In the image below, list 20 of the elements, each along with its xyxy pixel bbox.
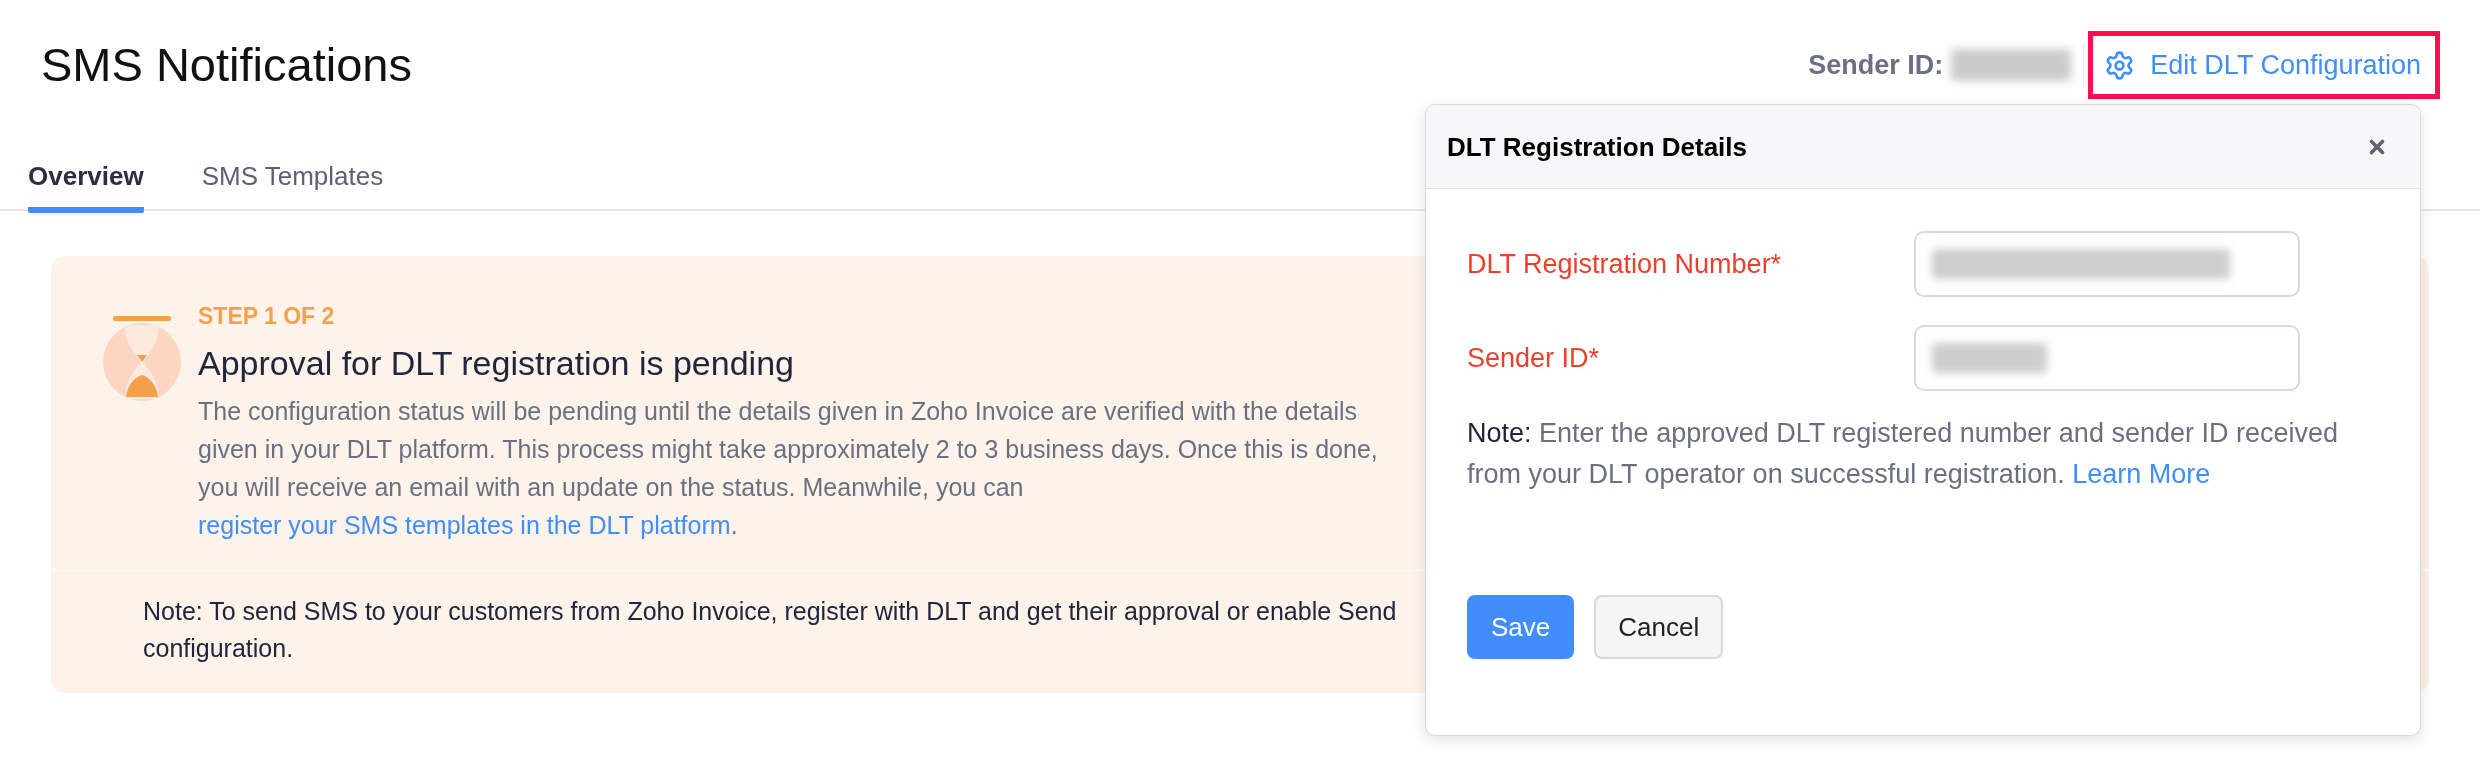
step-label: STEP 1 OF 2	[198, 302, 336, 331]
field-label: Sender ID*	[1467, 342, 1601, 375]
register-templates-link[interactable]: register your SMS templates in the DLT platform	[198, 511, 731, 539]
learn-more-link[interactable]: Learn More	[2072, 459, 2211, 489]
input-field[interactable]	[1914, 231, 2300, 297]
cancel-button[interactable]: Cancel	[1594, 595, 1724, 659]
tab[interactable]: Overview	[28, 130, 144, 213]
page-title: SMS Notifications	[41, 37, 412, 93]
card-note: Note: To send SMS to your customers from Zoho Invoice, register with DLT and get their approval or enable Send configuration.	[143, 596, 1398, 664]
popover-title: DLT Registration Details	[1447, 131, 1747, 162]
field-label: DLT Registration Number*	[1467, 248, 1783, 281]
hourglass-icon	[103, 315, 181, 401]
status-description: The configuration status will be pending until the details given in Zoho Invoice are verified with the details given in your DLT platform. This process might take approximately 2 to 3 business days. Once this is done, you will receive an email with an update on the status. Meanwhile, you can register your SMS templates in the DLT platform.	[198, 396, 1378, 541]
edit-dlt-configuration-link[interactable]: Edit DLT Configuration	[2104, 48, 2421, 82]
sender-id-label: Sender ID:	[1808, 49, 1944, 82]
popover-note: Note: Enter the approved DLT registered number and sender ID received from your DLT operator on successful registration. Learn More	[1467, 417, 2339, 491]
input-field[interactable]	[1914, 325, 2300, 391]
tab[interactable]: SMS Templates	[201, 130, 384, 213]
save-button[interactable]: Save	[1467, 595, 1575, 659]
status-title: Approval for DLT registration is pending	[198, 343, 795, 384]
